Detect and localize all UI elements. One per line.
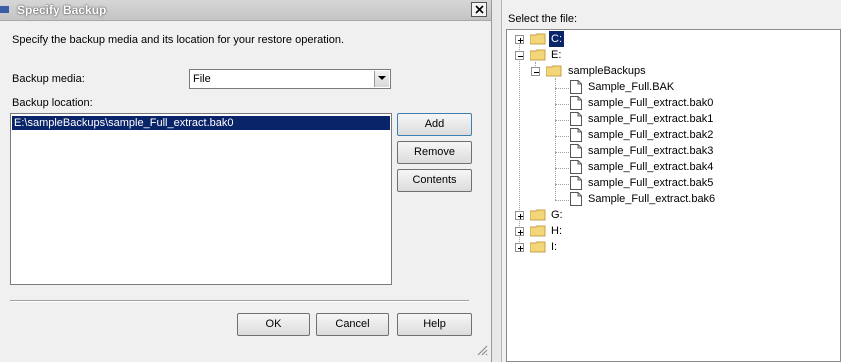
tree-line — [555, 88, 569, 89]
select-file-label: Select the file: — [508, 13, 578, 25]
file-browser-panel: Select the file: C: E: sampleBackups Sam… — [502, 0, 841, 362]
dropdown-button[interactable] — [374, 71, 389, 87]
specify-backup-dialog: Specify Backup Specify the backup media … — [0, 0, 492, 362]
background-window-edge — [492, 0, 502, 362]
chevron-down-icon — [378, 76, 386, 80]
list-item[interactable]: E:\sampleBackups\sample_Full_extract.bak… — [12, 116, 390, 130]
tree-node-label: C: — [549, 31, 564, 47]
backup-media-select[interactable]: File — [189, 69, 391, 89]
close-button[interactable] — [471, 2, 487, 17]
file-name: sample_Full_extract.bak2 — [588, 129, 714, 141]
expand-icon[interactable] — [515, 35, 524, 44]
file-icon — [570, 192, 582, 206]
file-name: Sample_Full.BAK — [588, 81, 675, 93]
tree-line — [555, 78, 556, 200]
expand-icon[interactable] — [515, 227, 524, 236]
file-name: sample_Full_extract.bak3 — [588, 145, 714, 157]
close-icon — [475, 5, 484, 14]
tree-node-label: E: — [551, 49, 562, 61]
backup-location-list[interactable]: E:\sampleBackups\sample_Full_extract.bak… — [10, 113, 392, 285]
tree-line — [555, 104, 569, 105]
tree-line — [555, 184, 569, 185]
file-icon — [570, 176, 582, 190]
file-icon — [570, 128, 582, 142]
file-icon — [570, 160, 582, 174]
backup-location-label: Backup location: — [12, 97, 93, 109]
expand-icon[interactable] — [515, 243, 524, 252]
divider — [10, 300, 469, 302]
tree-node-label: H: — [551, 225, 562, 237]
tree-node-label: sampleBackups — [568, 65, 646, 77]
file-icon — [570, 80, 582, 94]
file-name: sample_Full_extract.bak5 — [588, 177, 714, 189]
folder-icon — [530, 225, 546, 237]
file-name: sample_Full_extract.bak4 — [588, 161, 714, 173]
backup-media-label: Backup media: — [12, 73, 85, 85]
file-name: sample_Full_extract.bak0 — [588, 97, 714, 109]
tree-node-label: I: — [551, 241, 558, 253]
tree-node-label: G: — [551, 209, 563, 221]
file-icon — [570, 144, 582, 158]
title-bar[interactable]: Specify Backup — [0, 0, 491, 21]
tree-line — [555, 152, 569, 153]
folder-icon — [530, 209, 546, 221]
tree-line — [555, 200, 569, 201]
collapse-icon[interactable] — [531, 67, 540, 76]
file-name: sample_Full_extract.bak1 — [588, 113, 714, 125]
folder-icon — [546, 65, 562, 77]
window-icon — [0, 6, 9, 13]
remove-button[interactable]: Remove — [397, 141, 472, 164]
folder-icon — [530, 33, 546, 45]
expand-icon[interactable] — [515, 211, 524, 220]
dialog-title: Specify Backup — [17, 3, 107, 17]
collapse-icon[interactable] — [515, 51, 524, 60]
resize-grip-icon[interactable] — [476, 344, 488, 356]
tree-line — [555, 168, 569, 169]
add-button[interactable]: Add — [397, 113, 472, 136]
file-icon — [570, 112, 582, 126]
ok-button[interactable]: OK — [237, 313, 310, 336]
folder-icon — [530, 241, 546, 253]
cancel-button[interactable]: Cancel — [316, 313, 389, 336]
folder-icon — [530, 49, 546, 61]
tree-line — [555, 136, 569, 137]
tree-line — [555, 120, 569, 121]
contents-button[interactable]: Contents — [397, 169, 472, 192]
help-button[interactable]: Help — [397, 313, 472, 336]
intro-text: Specify the backup media and its locatio… — [12, 34, 345, 46]
backup-media-value: File — [193, 73, 211, 85]
file-name: Sample_Full_extract.bak6 — [588, 193, 716, 205]
file-icon — [570, 96, 582, 110]
file-tree[interactable]: C: E: sampleBackups Sample_Full.BAK samp… — [506, 29, 841, 362]
